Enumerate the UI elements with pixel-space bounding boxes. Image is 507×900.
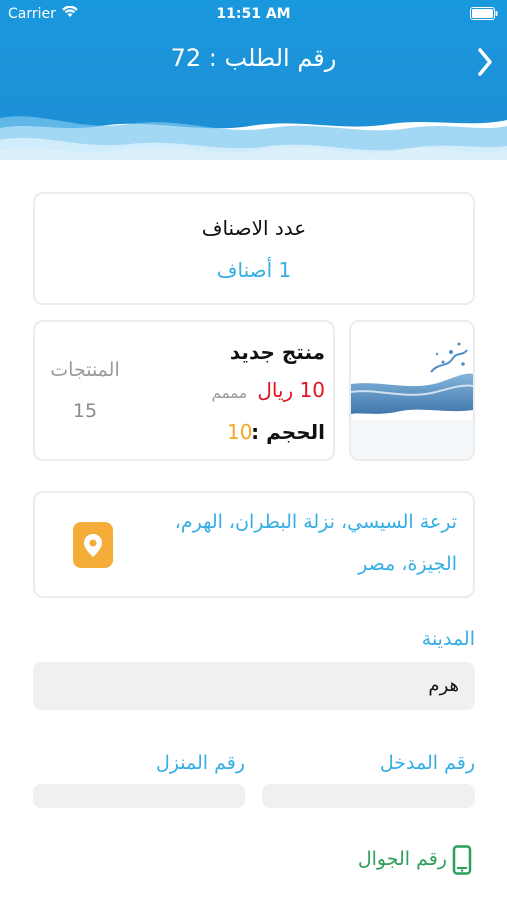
product-count-value: 15 bbox=[72, 400, 98, 422]
product-price: 10 ريال bbox=[257, 378, 325, 402]
location-pin-icon bbox=[73, 522, 113, 568]
status-bar: Carrier 11:51 AM bbox=[0, 0, 507, 28]
product-card[interactable]: منتج جديد 10 ريال مممم الحجم : 10 المنتج… bbox=[33, 320, 335, 461]
page-title: رقم الطلب : 72 bbox=[170, 44, 337, 72]
address-card[interactable]: ترعة السيسي، نزلة البطران، الهرم، الجيزة… bbox=[33, 491, 475, 598]
product-count-label: المنتجات bbox=[50, 359, 120, 381]
battery-icon bbox=[470, 7, 498, 24]
categories-value: 1 أصناف bbox=[216, 258, 292, 282]
categories-card: عدد الاصناف 1 أصناف bbox=[33, 192, 475, 305]
city-label: المدينة bbox=[421, 628, 475, 650]
product-size-value: 10 bbox=[227, 420, 253, 444]
address-line-2: الجيزة، مصر bbox=[358, 553, 457, 575]
house-label: رقم المنزل bbox=[155, 752, 245, 774]
chevron-right-icon bbox=[478, 48, 492, 76]
product-image bbox=[349, 320, 475, 461]
mobile-phone-icon bbox=[452, 845, 472, 875]
product-name: منتج جديد bbox=[229, 340, 325, 364]
back-button[interactable] bbox=[470, 44, 500, 80]
product-size-label: الحجم : bbox=[251, 420, 325, 444]
entrance-field[interactable] bbox=[262, 784, 475, 808]
house-field[interactable] bbox=[33, 784, 245, 808]
mobile-label: رقم الجوال bbox=[357, 848, 447, 870]
water-splash-image bbox=[351, 322, 473, 459]
categories-label: عدد الاصناف bbox=[201, 216, 307, 240]
city-field[interactable]: هرم bbox=[33, 662, 475, 710]
entrance-label: رقم المدخل bbox=[379, 752, 475, 774]
city-value: هرم bbox=[428, 675, 459, 696]
address-line-1: ترعة السيسي، نزلة البطران، الهرم، bbox=[174, 511, 457, 533]
clock: 11:51 AM bbox=[216, 6, 291, 22]
product-note: مممم bbox=[211, 384, 247, 402]
